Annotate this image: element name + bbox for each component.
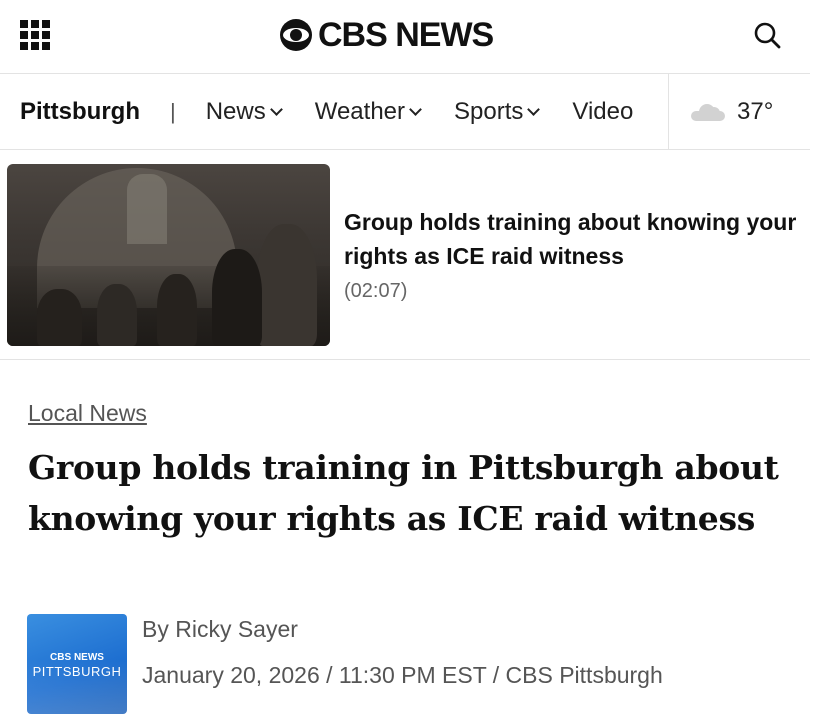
chevron-down-icon [409, 102, 422, 116]
nav-item-label: News [205, 98, 266, 125]
nav-item-label: Video [572, 98, 634, 125]
nav-separator: | [170, 99, 176, 124]
nav-item-label: Sports [454, 98, 524, 125]
logo-line-cbs-news: CBS NEWS [50, 652, 104, 663]
pipe-organ-shape [127, 174, 167, 244]
seated-person-shape [37, 289, 82, 346]
nav-home-pittsburgh[interactable]: Pittsburgh [20, 98, 140, 126]
video-duration: (02:07) [344, 280, 408, 302]
search-icon[interactable] [752, 20, 782, 50]
standing-person-shape [257, 224, 317, 346]
chevron-down-icon [269, 102, 283, 116]
seated-person-shape [97, 284, 137, 346]
nav-links: Pittsburgh | News Weather Sports Video [20, 74, 668, 149]
cloud-icon [691, 103, 725, 121]
cbs-pittsburgh-logo: CBS NEWS PITTSBURGH [27, 614, 127, 714]
cbs-news-logo[interactable]: CBS NEWS [280, 14, 494, 56]
nav-item-label: Weather [314, 98, 406, 125]
chevron-down-icon [527, 102, 541, 116]
logo-text: CBS NEWS [318, 15, 494, 54]
nav-item-sports[interactable]: Sports [454, 98, 541, 126]
nav-item-weather[interactable]: Weather [314, 98, 422, 126]
grid-menu-icon[interactable] [20, 20, 50, 50]
cbs-eye-icon [280, 19, 312, 51]
article-headline: Group holds training in Pittsburgh about… [28, 448, 779, 538]
video-thumbnail[interactable] [7, 164, 330, 346]
video-card[interactable]: Group holds training about knowing your … [0, 150, 810, 360]
section-nav: Pittsburgh | News Weather Sports Video 3… [0, 74, 810, 150]
top-header: CBS NEWS [0, 0, 810, 74]
seated-person-shape [157, 274, 197, 346]
logo-line-pittsburgh: PITTSBURGH [32, 664, 122, 679]
standing-person-shape [212, 249, 262, 346]
nav-item-news[interactable]: News [205, 98, 283, 126]
weather-widget[interactable]: 37° [668, 74, 810, 149]
publish-dateline: January 20, 2026 / 11:30 PM EST / CBS Pi… [142, 662, 663, 688]
category-link[interactable]: Local News [28, 400, 147, 427]
nav-item-video[interactable]: Video [572, 98, 633, 126]
author-byline[interactable]: By Ricky Sayer [142, 616, 298, 643]
temperature: 37° [737, 98, 774, 125]
video-title[interactable]: Group holds training about knowing your … [344, 205, 804, 273]
